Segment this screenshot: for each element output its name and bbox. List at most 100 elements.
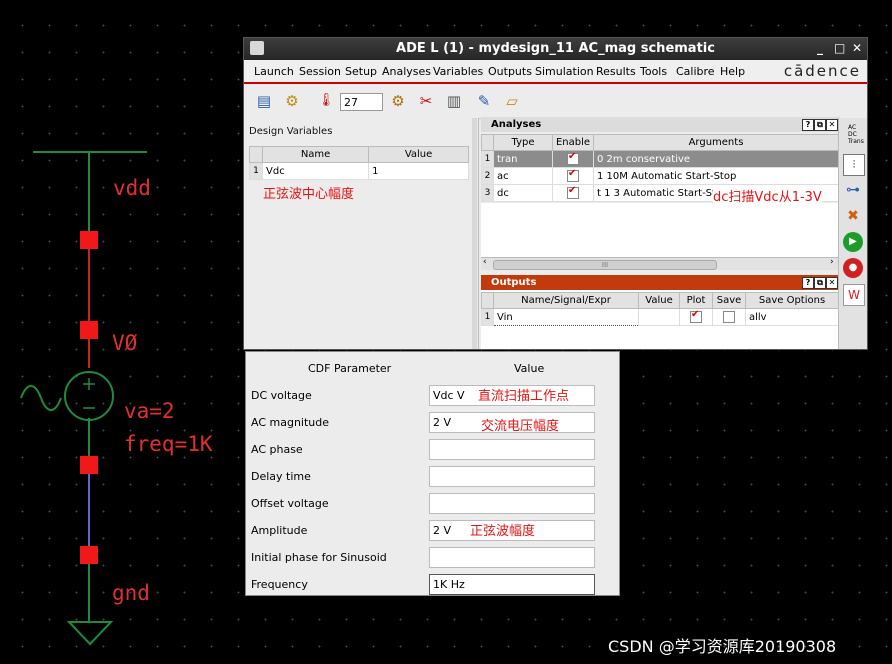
design-variables-label: Design Variables [249,126,333,137]
enable-cell[interactable] [552,150,594,168]
col-plot[interactable]: Plot [679,292,713,309]
col-value[interactable]: Value [368,146,469,163]
schematic-canvas[interactable]: vdd VØ va=2 freq=1K gnd [0,0,243,664]
col-save-options[interactable]: Save Options [745,292,839,309]
col-enable[interactable]: Enable [552,134,594,151]
scroll-right-icon[interactable]: › [830,257,834,267]
col-value[interactable]: Value [638,292,680,309]
menu-tools[interactable]: Tools [640,65,667,78]
enable-checkbox[interactable] [567,151,579,165]
pin-vdd[interactable] [80,231,98,249]
edit-variables-icon[interactable]: ⫶ [843,154,865,176]
menu-calibre[interactable]: Calibre [676,65,715,78]
arguments-cell[interactable]: 1 10M Automatic Start-Stop [593,167,839,185]
analysis-trans-label: Trans [848,138,864,145]
netlist-icon[interactable]: ⚙ [388,91,408,111]
close-icon[interactable]: ✕ [852,41,862,55]
arguments-cell[interactable]: 0 2m conservative [593,150,839,168]
menu-launch[interactable]: Launch [254,65,294,78]
plot-checkbox[interactable] [690,309,702,323]
label-gnd: gnd [112,581,150,605]
menu-setup[interactable]: Setup [345,65,377,78]
enable-checkbox[interactable] [567,168,579,182]
row-number: 1 [481,308,494,326]
initial-phase-field[interactable] [429,547,595,568]
choose-analysis-button[interactable]: AC DC Trans [841,124,865,150]
plot-cell[interactable] [679,308,713,326]
menu-analyses[interactable]: Analyses [382,65,431,78]
enable-checkbox[interactable] [567,185,579,199]
col-name[interactable]: Name [261,146,370,163]
col-type[interactable]: Type [493,134,553,151]
temperature-icon[interactable]: 🌡 [316,91,336,111]
scroll-thumb[interactable]: III [493,260,717,270]
menu-variables[interactable]: Variables [433,65,483,78]
enable-cell[interactable] [552,167,594,185]
enable-cell[interactable] [552,184,594,202]
horizontal-scrollbar[interactable]: ‹ III › [481,257,839,270]
close-pane-icon[interactable]: ✕ [826,119,838,131]
table-row[interactable]: 1 tran 0 2m conservative [481,150,839,168]
menu-simulation[interactable]: Simulation [535,65,594,78]
frequency-field[interactable]: 1K Hz [429,574,595,595]
select-schematic-icon[interactable]: ▤ [254,91,274,111]
col-save[interactable]: Save [712,292,746,309]
table-row[interactable]: 2 ac 1 10M Automatic Start-Stop [481,167,839,185]
vertical-splitter[interactable] [472,118,477,349]
design-variables-table[interactable]: Name Value 1 Vdc 1 [249,146,469,180]
setup-model-icon[interactable]: ⚙ [282,91,302,111]
plot-outputs-icon[interactable]: W [843,284,865,306]
temperature-input[interactable]: 27 [340,93,383,111]
pin-gnd[interactable] [80,546,98,564]
edit-icon[interactable]: ✎ [474,91,494,111]
dc-voltage-field[interactable]: Vdc V 直流扫描工作点 [429,385,595,406]
minimize-icon[interactable]: _ [817,41,823,55]
undock-icon[interactable]: ⧉ [814,119,826,131]
stop-icon[interactable]: ▥ [444,91,464,111]
menu-help[interactable]: Help [720,65,745,78]
delete-icon[interactable]: ✖ [843,206,863,226]
run-simulation-icon[interactable]: ▶ [843,232,863,252]
col-arguments[interactable]: Arguments [593,134,839,151]
close-pane-icon[interactable]: ✕ [826,277,838,289]
ground-symbol[interactable] [67,620,113,646]
vsin-source-symbol[interactable] [15,368,125,424]
save-checkbox[interactable] [723,311,735,323]
var-name-cell[interactable]: Vdc [261,162,370,180]
save-options-cell[interactable]: allv [745,308,839,326]
col-name-signal[interactable]: Name/Signal/Expr [493,292,639,309]
delay-time-field[interactable] [429,466,595,487]
open-folder-icon[interactable]: ▱ [502,91,522,111]
maximize-icon[interactable]: □ [834,41,845,55]
setup-outputs-icon[interactable]: ⊶ [843,180,863,200]
run-icon[interactable]: ✂ [416,91,436,111]
amplitude-label: Amplitude [251,524,308,537]
menu-results[interactable]: Results [596,65,636,78]
title-bar[interactable]: ADE L (1) - mydesign_11 AC_mag schematic… [244,38,867,60]
stop-simulation-icon[interactable]: ● [843,258,863,278]
save-cell[interactable] [712,308,746,326]
cdf-param-header: CDF Parameter [308,362,392,375]
scroll-left-icon[interactable]: ‹ [483,257,487,267]
analysis-type-cell[interactable]: tran [493,150,553,168]
ac-phase-field[interactable] [429,439,595,460]
help-icon[interactable]: ? [802,119,814,131]
analyses-pane: Analyses ? ⧉ ✕ Type Enable Arguments 1 t… [481,117,840,270]
outputs-table[interactable]: Name/Signal/Expr Value Plot Save Save Op… [481,292,839,326]
pin-v0[interactable] [80,321,98,339]
analysis-type-cell[interactable]: ac [493,167,553,185]
pin-source[interactable] [80,456,98,474]
signal-name-cell[interactable]: Vin [493,308,639,326]
help-icon[interactable]: ? [802,277,814,289]
menu-session[interactable]: Session [299,65,341,78]
amplitude-field[interactable]: 2 V 正弦波幅度 [429,520,595,541]
menu-outputs[interactable]: Outputs [488,65,532,78]
undock-icon[interactable]: ⧉ [814,277,826,289]
offset-voltage-field[interactable] [429,493,595,514]
table-row[interactable]: 1 Vdc 1 [249,162,469,180]
table-row[interactable]: 1 Vin allv [481,308,839,326]
cdf-parameter-form: CDF Parameter Value DC voltage Vdc V 直流扫描… [245,351,620,596]
ac-magnitude-field[interactable]: 2 V 交流电压幅度 [429,412,595,434]
analysis-type-cell[interactable]: dc [493,184,553,202]
var-value-cell[interactable]: 1 [368,162,469,180]
